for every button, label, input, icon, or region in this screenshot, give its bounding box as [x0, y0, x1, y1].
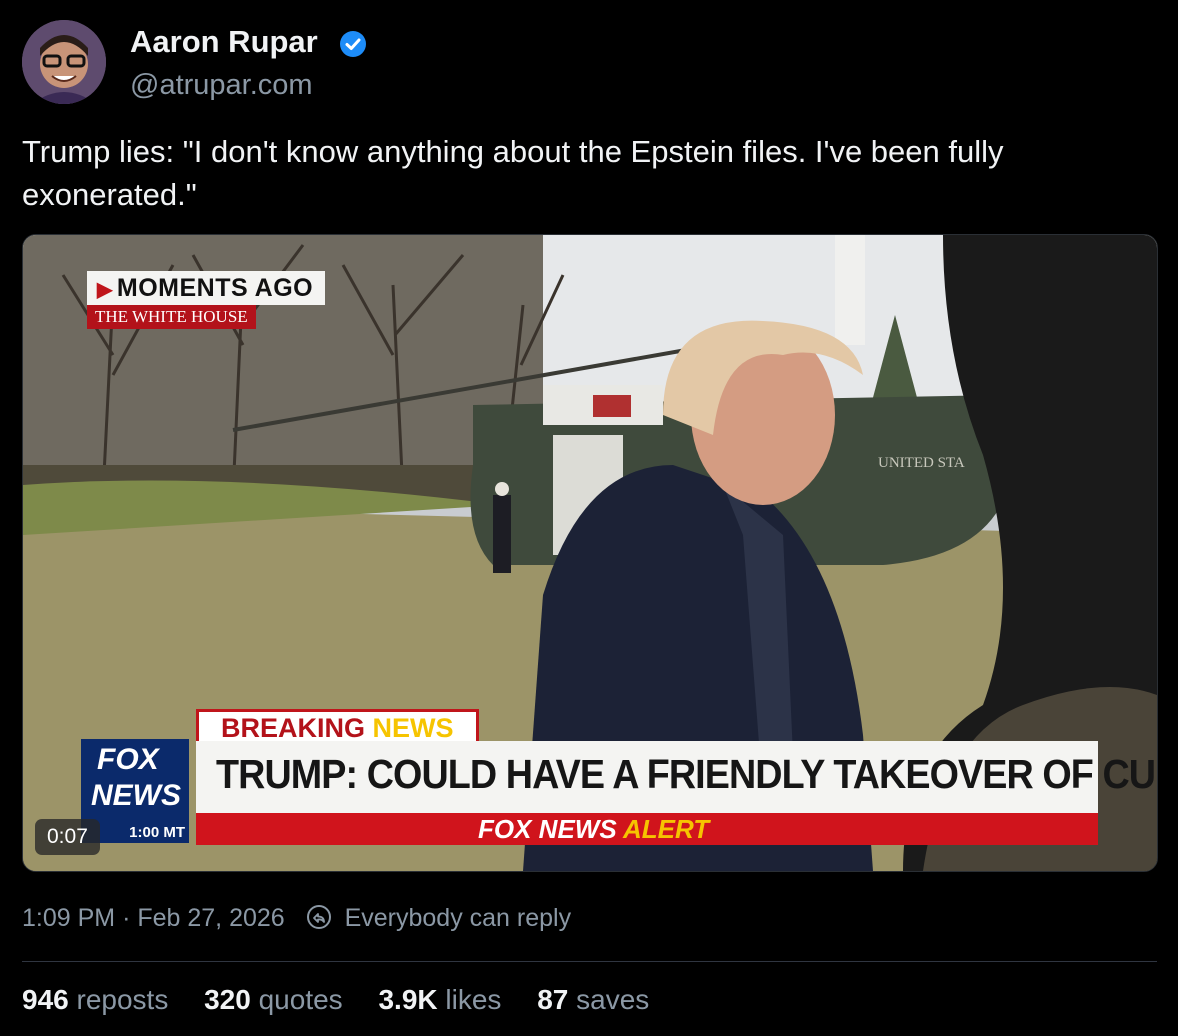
verified-badge-icon — [340, 31, 366, 57]
saves-label: saves — [576, 984, 650, 1015]
headline-bar: TRUMP: COULD HAVE A FRIENDLY TAKEOVER OF… — [196, 741, 1157, 813]
logo-line1: FOX — [97, 743, 159, 776]
post-time[interactable]: 1:09 PM — [22, 904, 115, 932]
video-duration: 0:07 — [35, 819, 100, 855]
breaking-word: BREAKING — [221, 713, 366, 743]
likes-count: 3.9K — [378, 984, 438, 1015]
quotes-count: 320 — [204, 984, 251, 1015]
alert-text: FOX NEWS ALERT — [478, 813, 709, 845]
breaking-news-tab: BREAKING NEWS — [196, 709, 479, 744]
headline-text: TRUMP: COULD HAVE A FRIENDLY TAKEOVER OF… — [216, 751, 1158, 797]
location-label: THE WHITE HOUSE — [87, 305, 256, 329]
news-word: NEWS — [372, 713, 454, 743]
author-avatar[interactable] — [22, 20, 106, 104]
play-arrow-icon: ▶ — [97, 279, 113, 301]
moments-ago-label: ▶ MOMENTS AGO — [87, 271, 326, 305]
helicopter-lettering: UNITED STA — [878, 455, 965, 471]
meta-separator: · — [122, 904, 131, 932]
alert-word: ALERT — [622, 814, 710, 844]
reposts-label: reposts — [76, 984, 169, 1015]
author-name[interactable]: Aaron Rupar — [130, 24, 318, 60]
video-player[interactable]: UNITED STA ▶ MOMENTS AGO THE WHITE HOUSE … — [22, 234, 1158, 872]
post-date[interactable]: Feb 27, 2026 — [137, 904, 284, 932]
post-stats: 946 reposts 320 quotes 3.9K likes 87 sav… — [22, 984, 677, 1016]
reposts-count: 946 — [22, 984, 69, 1015]
avatar-image — [22, 20, 106, 104]
author-handle[interactable]: @atrupar.com — [130, 69, 313, 102]
reposts-stat[interactable]: 946 reposts — [22, 984, 168, 1015]
alert-brand: FOX NEWS — [478, 814, 617, 844]
logo-line2: NEWS — [91, 779, 181, 812]
fox-news-logo: FOX NEWS — [81, 739, 189, 823]
divider — [22, 961, 1157, 962]
saves-count: 87 — [537, 984, 569, 1015]
quotes-label: quotes — [258, 984, 343, 1015]
reply-setting: Everybody can reply — [344, 904, 572, 932]
likes-stat[interactable]: 3.9K likes — [378, 984, 501, 1015]
post-meta: 1:09 PM · Feb 27, 2026 Everybody can rep… — [22, 904, 571, 933]
alert-bar: FOX NEWS ALERT — [196, 813, 1098, 845]
post-text: Trump lies: "I don't know anything about… — [22, 134, 1004, 212]
likes-label: likes — [445, 984, 502, 1015]
quotes-stat[interactable]: 320 quotes — [204, 984, 343, 1015]
moments-ago-text: MOMENTS AGO — [116, 274, 314, 302]
saves-stat[interactable]: 87 saves — [537, 984, 649, 1015]
reply-restriction-icon — [306, 905, 331, 929]
